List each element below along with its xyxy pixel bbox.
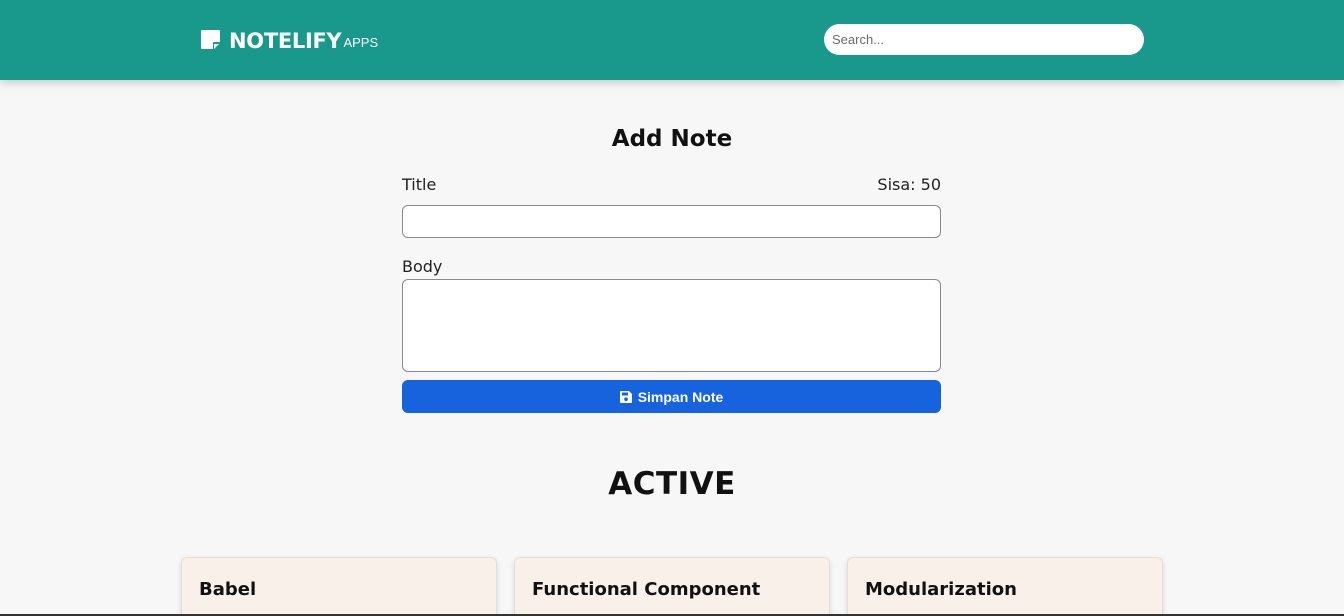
note-card[interactable]: Modularization — [847, 557, 1163, 616]
body-textarea[interactable] — [402, 279, 941, 372]
note-card[interactable]: Babel — [181, 557, 497, 616]
title-input[interactable] — [402, 205, 941, 238]
title-char-counter: Sisa: 50 — [877, 175, 941, 194]
note-card-title: Modularization — [865, 579, 1017, 600]
brand-subtitle: APPS — [343, 35, 379, 50]
body-label: Body — [402, 257, 443, 276]
active-section-heading: ACTIVE — [608, 466, 736, 502]
note-card[interactable]: Functional Component — [514, 557, 830, 616]
note-card-title: Functional Component — [532, 579, 761, 600]
search-input[interactable] — [824, 24, 1144, 55]
floppy-disk-icon — [619, 390, 632, 403]
note-icon — [201, 30, 220, 49]
app-header: NOTELIFY APPS — [0, 0, 1344, 80]
save-note-button[interactable]: Simpan Note — [402, 380, 941, 413]
brand-logo[interactable]: NOTELIFY APPS — [200, 26, 378, 54]
brand-name: NOTELIFY — [229, 29, 342, 53]
add-note-heading: Add Note — [611, 126, 733, 152]
note-card-title: Babel — [199, 579, 257, 600]
save-button-label: Simpan Note — [637, 388, 724, 405]
title-label: Title — [402, 175, 437, 194]
